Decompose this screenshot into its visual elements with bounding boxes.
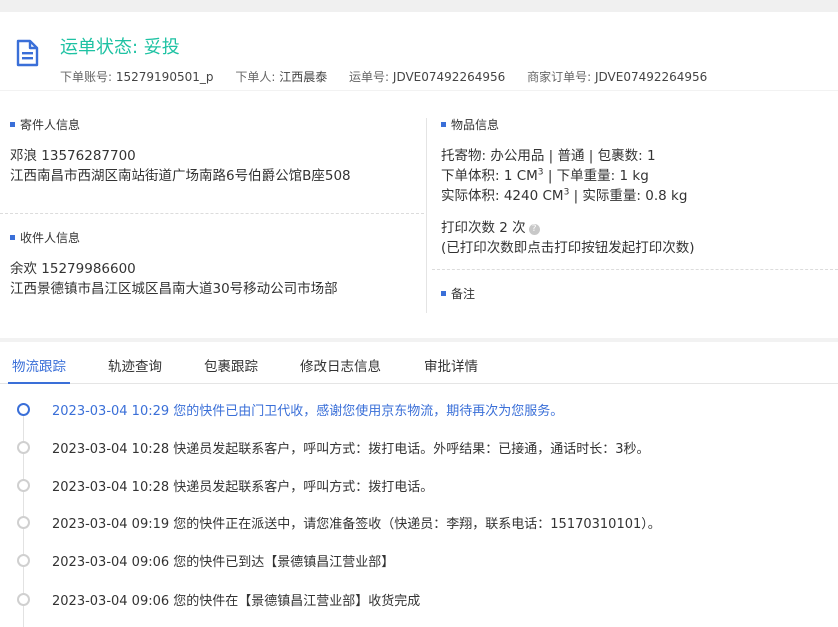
print-note: (已打印次数即点击打印按钮发起打印次数) [441,240,695,256]
timeline-text: 2023-03-04 10:28 快递员发起联系客户，呼叫方式：拨打电话。 [52,480,434,495]
top-gap [0,0,838,12]
timeline-item: 2023-03-04 09:06 您的快件已到达【景德镇昌江营业部】 [0,551,838,571]
orderer-value: 江西晨泰 [279,70,328,84]
sender-section-title: 寄件人信息 [10,116,80,133]
timeline-text: 2023-03-04 10:29 您的快件已由门卫代收，感谢您使用京东物流，期待… [52,404,564,419]
account-value: 15279190501_p [115,70,214,84]
account-key: 下单账号: [60,70,113,84]
tab-change-log[interactable]: 修改日志信息 [300,355,381,375]
tab-approval-details[interactable]: 审批详情 [424,355,478,375]
goods-order-volume: 下单体积: 1 CM3 | 下单重量: 1 kg [441,167,649,185]
active-tab-indicator [8,382,70,384]
shipment-info-card: 寄件人信息 邓浪 13576287700 江西南昌市西湖区南站街道广场南路6号伯… [0,91,838,338]
help-icon[interactable]: ? [528,224,540,235]
timeline-dot-icon [17,554,30,567]
timeline-text: 2023-03-04 09:06 您的快件已到达【景德镇昌江营业部】 [52,555,395,570]
tab-package-tracking[interactable]: 包裹跟踪 [204,355,258,375]
timeline-text: 2023-03-04 10:28 快递员发起联系客户，呼叫方式：拨打电话。外呼结… [52,442,650,457]
waybill-value: JDVE07492264956 [392,70,506,84]
section-marker-icon [441,291,446,296]
timeline-item: 2023-03-04 10:29 您的快件已由门卫代收，感谢您使用京东物流，期待… [0,400,838,420]
remarks-section-title: 备注 [441,285,475,302]
timeline-dot-icon [17,441,30,454]
orderer-key: 下单人: [235,70,276,84]
sender-name-phone: 邓浪 13576287700 [10,148,136,164]
tab-logistics-tracking[interactable]: 物流跟踪 [12,355,66,375]
timeline-text: 2023-03-04 09:19 您的快件正在派送中，请您准备签收（快递员：李翔… [52,517,661,532]
tab-trajectory-query[interactable]: 轨迹查询 [108,355,162,375]
divider [0,213,424,214]
print-count: 打印次数 2 次? [441,216,540,236]
section-marker-icon [10,122,15,127]
tab-bar: 物流跟踪 轨迹查询 包裹跟踪 修改日志信息 审批详情 [0,342,838,384]
goods-section-title: 物品信息 [441,116,499,133]
section-marker-icon [10,235,15,240]
sender-address: 江西南昌市西湖区南站街道广场南路6号伯爵公馆B座508 [10,168,351,184]
waybill-status-card: 运单状态: 妥投 下单账号: 15279190501_p 下单人: 江西晨泰 运… [0,12,838,90]
section-marker-icon [441,122,446,127]
receiver-name-phone: 余欢 15279986600 [10,261,136,277]
document-icon [16,39,39,67]
tracking-panel: 物流跟踪 轨迹查询 包裹跟踪 修改日志信息 审批详情 2023-03-04 10… [0,342,838,627]
timeline-item: 2023-03-04 10:28 快递员发起联系客户，呼叫方式：拨打电话。 [0,476,838,496]
timeline-text: 2023-03-04 09:06 您的快件在【景德镇昌江营业部】收货完成 [52,594,421,609]
timeline-dot-icon [17,403,30,416]
goods-actual-volume: 实际体积: 4240 CM3 | 实际重量: 0.8 kg [441,187,688,205]
waybill-key: 运单号: [349,70,390,84]
receiver-section-title: 收件人信息 [10,229,80,246]
waybill-status-title: 运单状态: 妥投 [60,37,180,58]
waybill-meta-row: 下单账号: 15279190501_p 下单人: 江西晨泰 运单号: JDVE0… [60,68,725,85]
column-divider [426,118,427,313]
merchant-order-value: JDVE07492264956 [594,70,708,84]
timeline-item: 2023-03-04 09:19 您的快件正在派送中，请您准备签收（快递员：李翔… [0,513,838,533]
divider [432,269,838,270]
timeline-dot-icon [17,479,30,492]
timeline-dot-icon [17,593,30,606]
receiver-address: 江西景德镇市昌江区城区昌南大道30号移动公司市场部 [10,281,338,297]
merchant-order-key: 商家订单号: [527,70,592,84]
timeline-item: 2023-03-04 09:06 您的快件在【景德镇昌江营业部】收货完成 [0,590,838,610]
goods-line-items: 托寄物: 办公用品 | 普通 | 包裹数: 1 [441,148,656,164]
timeline-item: 2023-03-04 10:28 快递员发起联系客户，呼叫方式：拨打电话。外呼结… [0,438,838,458]
timeline-dot-icon [17,516,30,529]
